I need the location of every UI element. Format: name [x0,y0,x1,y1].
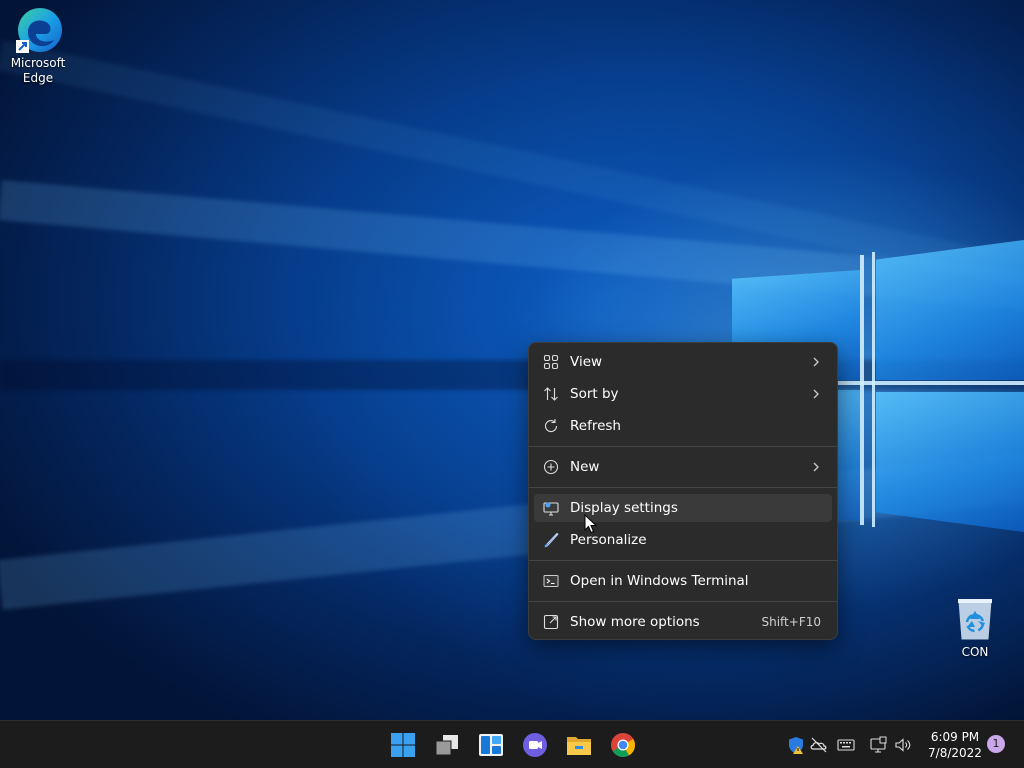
clock-time: 6:09 PM [930,730,980,744]
menu-item-personalize[interactable]: Personalize [534,526,832,554]
mouse-cursor-icon [584,514,598,534]
taskbar: 6:09 PM 7/8/2022 [0,720,1024,768]
view-grid-icon [543,354,559,370]
menu-item-label: Show more options [570,614,700,630]
menu-item-label: Sort by [570,386,619,402]
menu-item-sort-by[interactable]: Sort by [534,380,832,408]
desktop-wallpaper[interactable]: Microsoft Edge CON [0,0,1024,720]
menu-item-refresh[interactable]: Refresh [534,412,832,440]
more-options-icon [543,614,559,630]
notification-badge[interactable]: 1 [987,735,1005,753]
wallpaper-pane [838,390,860,520]
desktop-icon-recycle-bin-label: CON [961,645,989,659]
menu-item-label: New [570,459,600,475]
defender-icon[interactable] [786,735,806,755]
menu-item-label: Refresh [570,418,621,434]
menu-item-new[interactable]: New [534,453,832,481]
new-plus-icon [543,459,559,475]
start-icon[interactable] [389,731,417,759]
menu-item-label: Open in Windows Terminal [570,573,749,589]
wallpaper-pane [876,392,1024,532]
keyboard-icon[interactable] [836,735,856,755]
chevron-right-icon [813,357,819,367]
display-icon [543,502,559,516]
edge-icon [14,6,62,54]
desktop-icon-edge-label: Microsoft Edge [10,56,66,85]
menu-item-label: Personalize [570,532,647,548]
menu-separator [529,446,837,447]
recycle-bin-icon [955,597,995,641]
chevron-right-icon [813,389,819,399]
menu-separator [529,601,837,602]
task-view-icon[interactable] [433,731,461,759]
menu-item-shortcut: Shift+F10 [761,615,821,629]
brush-icon [544,532,559,548]
wallpaper-pane-edge [860,255,864,525]
onedrive-icon[interactable] [809,735,829,755]
menu-item-open-terminal[interactable]: Open in Windows Terminal [534,567,832,595]
desktop-icon-edge[interactable]: Microsoft Edge [0,6,76,86]
wallpaper-beam [0,445,1024,610]
chrome-icon[interactable] [609,731,637,759]
network-icon[interactable] [868,735,888,755]
menu-item-display-settings[interactable]: Display settings [534,494,832,522]
terminal-icon [543,575,559,587]
wallpaper-beam [0,360,1024,390]
clock-date: 7/8/2022 [928,746,982,760]
teams-chat-icon[interactable] [521,731,549,759]
refresh-icon [544,419,558,433]
wallpaper-pane [876,240,1024,380]
file-explorer-icon[interactable] [565,731,593,759]
menu-item-show-more-options[interactable]: Show more options Shift+F10 [534,608,832,636]
taskbar-clock[interactable]: 6:09 PM 7/8/2022 [918,729,992,761]
wallpaper-pane-edge [872,252,875,527]
widgets-icon[interactable] [477,731,505,759]
menu-item-label: View [570,354,603,370]
wallpaper-pane-edge [838,381,1024,385]
volume-icon[interactable] [893,735,913,755]
menu-separator [529,560,837,561]
sort-icon [544,387,558,401]
desktop-context-menu: View Sort by Refresh New Display setting… [528,342,838,640]
menu-item-view[interactable]: View [534,348,832,376]
desktop-icon-recycle-bin[interactable]: CON [937,597,1013,660]
chevron-right-icon [813,462,819,472]
menu-separator [529,487,837,488]
